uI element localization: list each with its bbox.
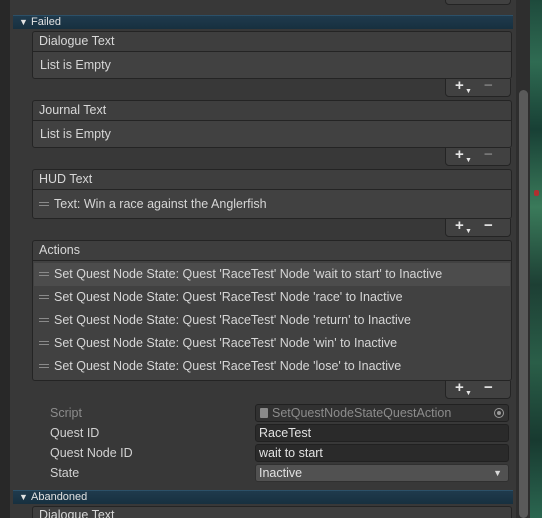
plus-icon[interactable]: + bbox=[456, 0, 463, 2]
left-gutter bbox=[0, 0, 10, 518]
list-item-label: Set Quest Node State: Quest 'RaceTest' N… bbox=[54, 313, 411, 327]
actions-list-controls: + ▼ − bbox=[445, 379, 511, 399]
hud-list-controls: + ▼ − bbox=[445, 217, 511, 237]
minus-icon[interactable]: − bbox=[484, 77, 493, 94]
drag-handle-icon[interactable] bbox=[39, 202, 49, 206]
quest-node-id-field[interactable]: wait to start bbox=[255, 444, 509, 462]
minus-icon[interactable]: − bbox=[484, 379, 493, 396]
list-empty-label: List is Empty bbox=[40, 127, 111, 141]
script-label: Script bbox=[50, 406, 82, 420]
previous-list-controls: + bbox=[445, 0, 511, 5]
state-label: State bbox=[50, 466, 80, 480]
foldout-abandoned[interactable]: ▼ Abandoned bbox=[13, 490, 513, 504]
list-item-label: Set Quest Node State: Quest 'RaceTest' N… bbox=[54, 290, 403, 304]
dialogue-text-list: List is Empty bbox=[32, 51, 512, 79]
script-file-icon bbox=[260, 408, 268, 418]
list-item[interactable]: Set Quest Node State: Quest 'RaceTest' N… bbox=[34, 332, 510, 355]
script-value: SetQuestNodeStateQuestAction bbox=[272, 406, 452, 420]
actions-header[interactable]: Actions bbox=[32, 240, 512, 260]
plus-icon[interactable]: + bbox=[455, 217, 464, 234]
list-item-label: Set Quest Node State: Quest 'RaceTest' N… bbox=[54, 336, 398, 350]
scene-marker bbox=[534, 190, 539, 196]
list-item[interactable]: Set Quest Node State: Quest 'RaceTest' N… bbox=[34, 355, 510, 378]
hud-text-header[interactable]: HUD Text bbox=[32, 169, 512, 189]
dropdown-caret-icon: ▼ bbox=[493, 468, 502, 478]
drag-handle-icon[interactable] bbox=[39, 295, 49, 299]
list-item-label: Text: Win a race against the Anglerfish bbox=[54, 197, 267, 211]
foldout-triangle-icon: ▼ bbox=[19, 492, 28, 502]
journal-text-list: List is Empty bbox=[32, 120, 512, 148]
quest-id-label: Quest ID bbox=[50, 426, 100, 440]
actions-list: Set Quest Node State: Quest 'RaceTest' N… bbox=[32, 260, 512, 381]
drag-handle-icon[interactable] bbox=[39, 272, 49, 276]
drag-handle-icon[interactable] bbox=[39, 341, 49, 345]
plus-icon[interactable]: + bbox=[455, 379, 464, 396]
state-dropdown[interactable]: Inactive ▼ bbox=[255, 464, 509, 482]
plus-icon[interactable]: + bbox=[455, 146, 464, 163]
scene-view-strip bbox=[530, 0, 542, 518]
abandoned-dialogue-text-header[interactable]: Dialogue Text bbox=[32, 506, 512, 518]
list-item[interactable]: Set Quest Node State: Quest 'RaceTest' N… bbox=[34, 286, 510, 309]
scrollbar-thumb[interactable] bbox=[519, 90, 528, 518]
journal-list-controls: + ▼ − bbox=[445, 146, 511, 166]
foldout-label: Failed bbox=[31, 16, 61, 28]
dropdown-caret-icon: ▼ bbox=[465, 157, 472, 164]
list-empty-label: List is Empty bbox=[40, 58, 111, 72]
dialogue-text-header[interactable]: Dialogue Text bbox=[32, 31, 512, 51]
list-item-selected[interactable]: Set Quest Node State: Quest 'RaceTest' N… bbox=[34, 263, 510, 286]
plus-icon[interactable]: + bbox=[455, 77, 464, 94]
journal-text-header[interactable]: Journal Text bbox=[32, 100, 512, 120]
drag-handle-icon[interactable] bbox=[39, 364, 49, 368]
list-item[interactable]: Set Quest Node State: Quest 'RaceTest' N… bbox=[34, 309, 510, 332]
foldout-triangle-icon: ▼ bbox=[19, 17, 28, 27]
dropdown-caret-icon: ▼ bbox=[465, 88, 472, 95]
minus-icon[interactable]: − bbox=[484, 217, 493, 234]
list-item-label: Set Quest Node State: Quest 'RaceTest' N… bbox=[54, 359, 402, 373]
quest-id-field[interactable]: RaceTest bbox=[255, 424, 509, 442]
list-item-label: Set Quest Node State: Quest 'RaceTest' N… bbox=[54, 267, 443, 281]
quest-node-id-label: Quest Node ID bbox=[50, 446, 133, 460]
object-picker-icon[interactable] bbox=[494, 408, 504, 418]
dropdown-caret-icon: ▼ bbox=[465, 390, 472, 397]
hud-text-list: Text: Win a race against the Anglerfish bbox=[32, 189, 512, 219]
foldout-label: Abandoned bbox=[31, 491, 88, 503]
dropdown-caret-icon: ▼ bbox=[465, 228, 472, 235]
dialogue-list-controls: + ▼ − bbox=[445, 77, 511, 97]
minus-icon[interactable]: − bbox=[484, 146, 493, 163]
list-item[interactable]: Text: Win a race against the Anglerfish bbox=[34, 193, 510, 216]
script-field: SetQuestNodeStateQuestAction bbox=[255, 404, 509, 422]
drag-handle-icon[interactable] bbox=[39, 318, 49, 322]
state-value: Inactive bbox=[259, 466, 303, 480]
foldout-failed[interactable]: ▼ Failed bbox=[13, 15, 513, 29]
